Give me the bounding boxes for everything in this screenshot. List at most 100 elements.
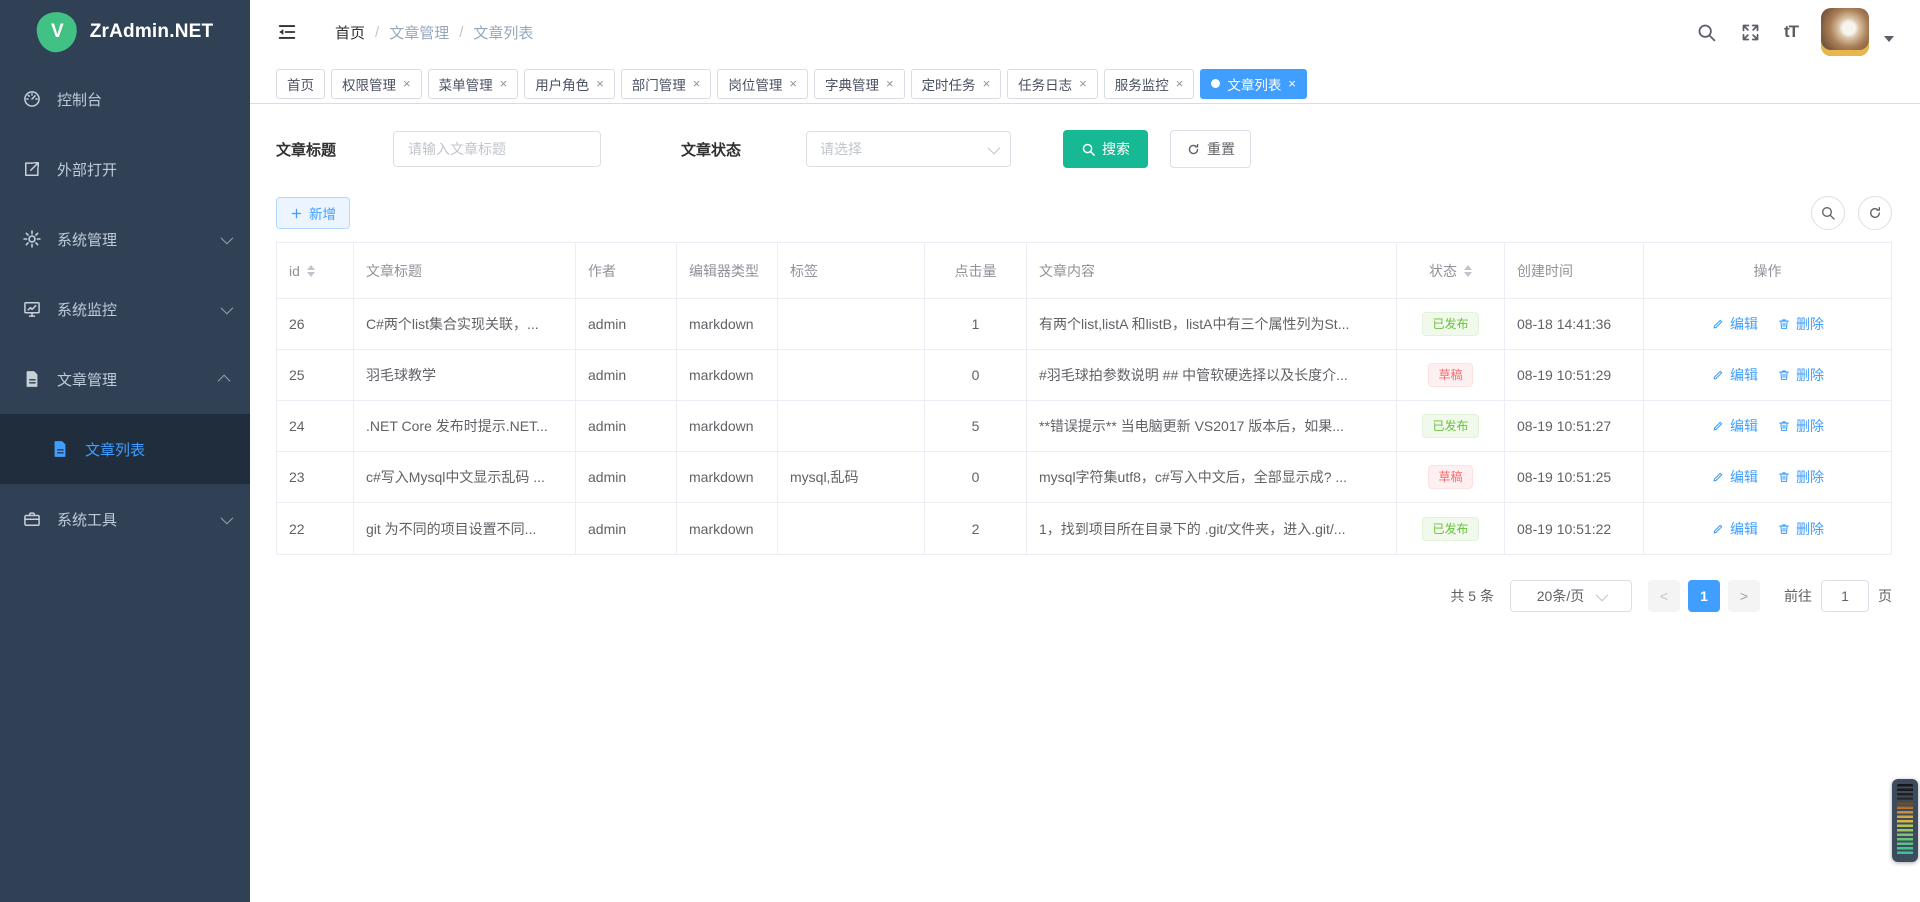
topbar: 首页/文章管理/文章列表 tT <box>250 0 1920 64</box>
chevron-down-icon <box>988 141 1001 154</box>
user-avatar[interactable] <box>1821 8 1869 56</box>
tab-close-icon[interactable]: × <box>1079 77 1087 90</box>
tab-6[interactable]: 字典管理 × <box>814 69 905 99</box>
tab-label: 服务监控 <box>1115 74 1169 94</box>
delete-link[interactable]: 删除 <box>1777 467 1824 487</box>
prev-page-button[interactable]: < <box>1648 580 1680 612</box>
edit-label: 编辑 <box>1730 519 1758 539</box>
next-page-button[interactable]: > <box>1728 580 1760 612</box>
level-meter-icon <box>1897 784 1913 856</box>
cell-status: 已发布 <box>1397 401 1505 451</box>
tab-close-icon[interactable]: × <box>983 77 991 90</box>
goto-label: 前往 <box>1784 586 1812 606</box>
tab-8[interactable]: 任务日志× <box>1007 69 1098 99</box>
document-icon <box>22 369 42 389</box>
filter-form: 文章标题 文章状态 请选择 搜索 <box>276 129 1892 169</box>
pencil-icon <box>1711 317 1725 331</box>
tab-5[interactable]: 岗位管理 × <box>717 69 808 99</box>
edit-link[interactable]: 编辑 <box>1711 314 1758 334</box>
trash-icon <box>1777 522 1791 536</box>
app-logo[interactable]: V ZrAdmin.NET <box>0 0 250 64</box>
edit-link[interactable]: 编辑 <box>1711 365 1758 385</box>
cell-editor: markdown <box>677 350 778 400</box>
add-button[interactable]: 新增 <box>276 197 350 229</box>
sidebar-item-6[interactable]: 系统工具 <box>0 484 250 554</box>
tab-3[interactable]: 用户角色× <box>524 69 615 99</box>
cell-id: 24 <box>277 401 354 451</box>
chevron-down-icon[interactable] <box>1884 36 1894 42</box>
sort-icon[interactable] <box>307 265 315 277</box>
tab-label: 文章列表 <box>1227 74 1281 94</box>
delete-label: 删除 <box>1796 365 1824 385</box>
delete-link[interactable]: 删除 <box>1777 314 1824 334</box>
column-header-id[interactable]: id <box>277 243 354 298</box>
tab-close-icon[interactable]: × <box>1176 77 1184 90</box>
delete-link[interactable]: 删除 <box>1777 416 1824 436</box>
tab-label: 岗位管理 <box>728 74 782 94</box>
edit-link[interactable]: 编辑 <box>1711 519 1758 539</box>
delete-link[interactable]: 删除 <box>1777 365 1824 385</box>
tab-close-icon[interactable]: × <box>693 77 701 90</box>
breadcrumb: 首页/文章管理/文章列表 <box>335 22 533 43</box>
plus-icon <box>290 207 303 220</box>
tab-close-icon[interactable]: × <box>1288 77 1296 90</box>
status-badge: 已发布 <box>1422 517 1478 541</box>
cell-ops: 编辑删除 <box>1644 503 1891 554</box>
cell-ops: 编辑删除 <box>1644 452 1891 502</box>
tab-bar: 首页权限管理×菜单管理×用户角色×部门管理×岗位管理×字典管理×定时任务×任务日… <box>250 64 1920 104</box>
floating-meter-widget[interactable] <box>1892 779 1918 862</box>
fullscreen-icon[interactable] <box>1740 22 1761 43</box>
sidebar-item-5[interactable]: 文章列表 <box>0 414 250 484</box>
search-icon[interactable] <box>1696 22 1717 43</box>
tab-4[interactable]: 部门管理× <box>621 69 712 99</box>
delete-link[interactable]: 删除 <box>1777 519 1824 539</box>
tab-2[interactable]: 菜单管理 × <box>428 69 519 99</box>
page-size-select[interactable]: 20条/页 <box>1510 580 1632 612</box>
tab-1[interactable]: 权限管理× <box>331 69 422 99</box>
cell-created: 08-19 10:51:29 <box>1505 350 1644 400</box>
trash-icon <box>1777 470 1791 484</box>
column-label: 作者 <box>588 261 616 281</box>
edit-link[interactable]: 编辑 <box>1711 467 1758 487</box>
font-size-icon[interactable]: tT <box>1784 22 1798 42</box>
goto-page-input[interactable] <box>1821 580 1869 612</box>
refresh-icon <box>1186 142 1201 157</box>
search-button[interactable]: 搜索 <box>1063 130 1148 168</box>
tab-9[interactable]: 服务监控 × <box>1104 69 1195 99</box>
table-row-4: 22git 为不同的项目设置不同...adminmarkdown21，找到项目所… <box>277 503 1891 554</box>
tab-7[interactable]: 定时任务× <box>911 69 1002 99</box>
tab-close-icon[interactable]: × <box>789 77 797 90</box>
sidebar-fold-icon[interactable] <box>276 21 298 43</box>
tab-label: 菜单管理 <box>439 74 493 94</box>
tab-0[interactable]: 首页 <box>276 69 325 99</box>
status-filter-select[interactable]: 请选择 <box>806 131 1011 167</box>
sidebar-item-2[interactable]: 系统管理 <box>0 204 250 274</box>
sort-icon[interactable] <box>1464 265 1472 277</box>
tab-close-icon[interactable]: × <box>596 77 604 90</box>
sidebar-item-4[interactable]: 文章管理 <box>0 344 250 414</box>
column-header-status[interactable]: 状态 <box>1397 243 1505 298</box>
tab-close-icon[interactable]: × <box>403 77 411 90</box>
sidebar-item-3[interactable]: 系统监控 <box>0 274 250 344</box>
sidebar-item-1[interactable]: 外部打开 <box>0 134 250 204</box>
breadcrumb-item-0[interactable]: 首页 <box>335 22 365 43</box>
tab-close-icon[interactable]: × <box>886 77 894 90</box>
table-refresh-button[interactable] <box>1858 196 1892 230</box>
cell-author: admin <box>576 299 677 349</box>
pencil-icon <box>1711 470 1725 484</box>
tab-label: 字典管理 <box>825 74 879 94</box>
chevron-down-icon <box>221 231 234 244</box>
tab-10[interactable]: 文章列表 × <box>1200 69 1307 99</box>
status-badge: 草稿 <box>1428 363 1472 387</box>
cell-content: mysql字符集utf8，c#写入中文后，全部显示成? ... <box>1027 452 1397 502</box>
page-number-button[interactable]: 1 <box>1688 580 1720 612</box>
tab-close-icon[interactable]: × <box>500 77 508 90</box>
table-search-toggle-button[interactable] <box>1811 196 1845 230</box>
reset-button[interactable]: 重置 <box>1170 130 1251 168</box>
cell-id: 23 <box>277 452 354 502</box>
edit-link[interactable]: 编辑 <box>1711 416 1758 436</box>
cell-editor: markdown <box>677 299 778 349</box>
add-button-label: 新增 <box>309 203 336 223</box>
title-filter-input[interactable] <box>393 131 601 167</box>
sidebar-item-0[interactable]: 控制台 <box>0 64 250 134</box>
